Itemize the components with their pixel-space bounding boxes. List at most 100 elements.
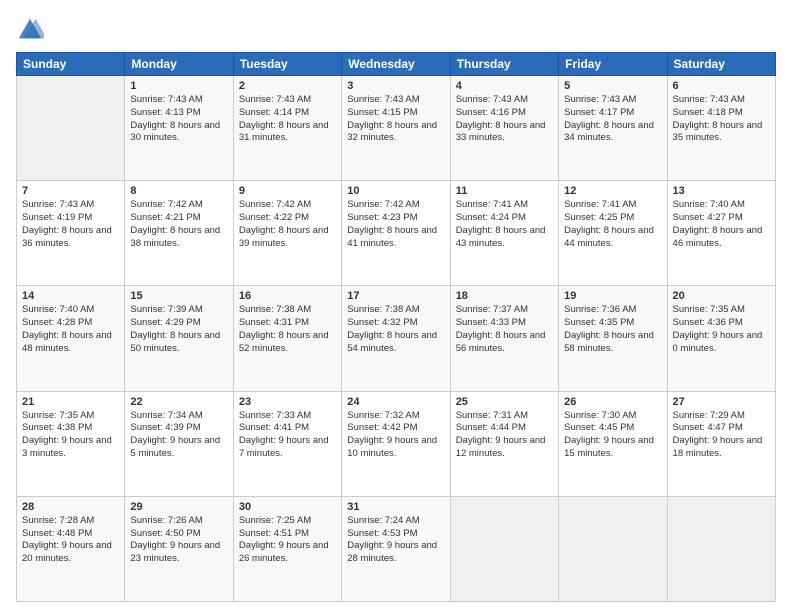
logo (16, 16, 48, 44)
day-cell: 12 Sunrise: 7:41 AM Sunset: 4:25 PM Dayl… (559, 181, 667, 286)
day-number: 23 (239, 396, 336, 408)
day-cell: 8 Sunrise: 7:42 AM Sunset: 4:21 PM Dayli… (125, 181, 233, 286)
calendar-body: 1 Sunrise: 7:43 AM Sunset: 4:13 PM Dayli… (17, 76, 776, 602)
day-info: Sunrise: 7:42 AM Sunset: 4:21 PM Dayligh… (130, 199, 227, 250)
day-info: Sunrise: 7:43 AM Sunset: 4:15 PM Dayligh… (347, 94, 444, 145)
day-number: 13 (673, 185, 770, 197)
day-cell (559, 496, 667, 601)
day-info: Sunrise: 7:42 AM Sunset: 4:22 PM Dayligh… (239, 199, 336, 250)
day-number: 2 (239, 80, 336, 92)
day-number: 29 (130, 501, 227, 513)
day-info: Sunrise: 7:25 AM Sunset: 4:51 PM Dayligh… (239, 515, 336, 566)
day-header-tuesday: Tuesday (233, 53, 341, 76)
day-number: 19 (564, 290, 661, 302)
day-info: Sunrise: 7:42 AM Sunset: 4:23 PM Dayligh… (347, 199, 444, 250)
day-cell: 13 Sunrise: 7:40 AM Sunset: 4:27 PM Dayl… (667, 181, 775, 286)
header (16, 16, 776, 44)
week-row-4: 21 Sunrise: 7:35 AM Sunset: 4:38 PM Dayl… (17, 391, 776, 496)
day-number: 14 (22, 290, 119, 302)
day-number: 6 (673, 80, 770, 92)
day-number: 9 (239, 185, 336, 197)
day-cell: 21 Sunrise: 7:35 AM Sunset: 4:38 PM Dayl… (17, 391, 125, 496)
day-header-wednesday: Wednesday (342, 53, 450, 76)
day-cell: 1 Sunrise: 7:43 AM Sunset: 4:13 PM Dayli… (125, 76, 233, 181)
day-cell: 16 Sunrise: 7:38 AM Sunset: 4:31 PM Dayl… (233, 286, 341, 391)
day-cell: 20 Sunrise: 7:35 AM Sunset: 4:36 PM Dayl… (667, 286, 775, 391)
day-cell (450, 496, 558, 601)
day-number: 7 (22, 185, 119, 197)
day-info: Sunrise: 7:39 AM Sunset: 4:29 PM Dayligh… (130, 304, 227, 355)
day-info: Sunrise: 7:35 AM Sunset: 4:36 PM Dayligh… (673, 304, 770, 355)
day-info: Sunrise: 7:43 AM Sunset: 4:14 PM Dayligh… (239, 94, 336, 145)
day-info: Sunrise: 7:43 AM Sunset: 4:16 PM Dayligh… (456, 94, 553, 145)
week-row-1: 1 Sunrise: 7:43 AM Sunset: 4:13 PM Dayli… (17, 76, 776, 181)
day-cell: 3 Sunrise: 7:43 AM Sunset: 4:15 PM Dayli… (342, 76, 450, 181)
day-cell: 4 Sunrise: 7:43 AM Sunset: 4:16 PM Dayli… (450, 76, 558, 181)
day-cell: 19 Sunrise: 7:36 AM Sunset: 4:35 PM Dayl… (559, 286, 667, 391)
day-info: Sunrise: 7:29 AM Sunset: 4:47 PM Dayligh… (673, 410, 770, 461)
day-number: 25 (456, 396, 553, 408)
day-info: Sunrise: 7:43 AM Sunset: 4:17 PM Dayligh… (564, 94, 661, 145)
day-cell (667, 496, 775, 601)
day-cell: 26 Sunrise: 7:30 AM Sunset: 4:45 PM Dayl… (559, 391, 667, 496)
day-info: Sunrise: 7:38 AM Sunset: 4:32 PM Dayligh… (347, 304, 444, 355)
day-info: Sunrise: 7:41 AM Sunset: 4:24 PM Dayligh… (456, 199, 553, 250)
day-info: Sunrise: 7:32 AM Sunset: 4:42 PM Dayligh… (347, 410, 444, 461)
day-number: 12 (564, 185, 661, 197)
day-header-monday: Monday (125, 53, 233, 76)
day-info: Sunrise: 7:43 AM Sunset: 4:18 PM Dayligh… (673, 94, 770, 145)
day-cell: 17 Sunrise: 7:38 AM Sunset: 4:32 PM Dayl… (342, 286, 450, 391)
day-number: 10 (347, 185, 444, 197)
day-info: Sunrise: 7:33 AM Sunset: 4:41 PM Dayligh… (239, 410, 336, 461)
day-number: 28 (22, 501, 119, 513)
page: SundayMondayTuesdayWednesdayThursdayFrid… (0, 0, 792, 612)
day-number: 18 (456, 290, 553, 302)
day-cell: 23 Sunrise: 7:33 AM Sunset: 4:41 PM Dayl… (233, 391, 341, 496)
day-number: 20 (673, 290, 770, 302)
calendar-header: SundayMondayTuesdayWednesdayThursdayFrid… (17, 53, 776, 76)
day-info: Sunrise: 7:35 AM Sunset: 4:38 PM Dayligh… (22, 410, 119, 461)
day-info: Sunrise: 7:36 AM Sunset: 4:35 PM Dayligh… (564, 304, 661, 355)
day-cell: 30 Sunrise: 7:25 AM Sunset: 4:51 PM Dayl… (233, 496, 341, 601)
day-cell: 29 Sunrise: 7:26 AM Sunset: 4:50 PM Dayl… (125, 496, 233, 601)
day-header-sunday: Sunday (17, 53, 125, 76)
day-info: Sunrise: 7:30 AM Sunset: 4:45 PM Dayligh… (564, 410, 661, 461)
header-row: SundayMondayTuesdayWednesdayThursdayFrid… (17, 53, 776, 76)
week-row-2: 7 Sunrise: 7:43 AM Sunset: 4:19 PM Dayli… (17, 181, 776, 286)
day-number: 11 (456, 185, 553, 197)
day-info: Sunrise: 7:40 AM Sunset: 4:28 PM Dayligh… (22, 304, 119, 355)
day-info: Sunrise: 7:43 AM Sunset: 4:19 PM Dayligh… (22, 199, 119, 250)
day-info: Sunrise: 7:31 AM Sunset: 4:44 PM Dayligh… (456, 410, 553, 461)
day-number: 24 (347, 396, 444, 408)
day-cell: 18 Sunrise: 7:37 AM Sunset: 4:33 PM Dayl… (450, 286, 558, 391)
day-number: 3 (347, 80, 444, 92)
day-cell: 2 Sunrise: 7:43 AM Sunset: 4:14 PM Dayli… (233, 76, 341, 181)
day-info: Sunrise: 7:26 AM Sunset: 4:50 PM Dayligh… (130, 515, 227, 566)
day-cell: 27 Sunrise: 7:29 AM Sunset: 4:47 PM Dayl… (667, 391, 775, 496)
day-header-friday: Friday (559, 53, 667, 76)
day-cell: 24 Sunrise: 7:32 AM Sunset: 4:42 PM Dayl… (342, 391, 450, 496)
week-row-3: 14 Sunrise: 7:40 AM Sunset: 4:28 PM Dayl… (17, 286, 776, 391)
day-number: 27 (673, 396, 770, 408)
day-number: 21 (22, 396, 119, 408)
day-number: 8 (130, 185, 227, 197)
day-cell: 6 Sunrise: 7:43 AM Sunset: 4:18 PM Dayli… (667, 76, 775, 181)
day-cell: 11 Sunrise: 7:41 AM Sunset: 4:24 PM Dayl… (450, 181, 558, 286)
day-info: Sunrise: 7:40 AM Sunset: 4:27 PM Dayligh… (673, 199, 770, 250)
day-number: 4 (456, 80, 553, 92)
day-cell: 14 Sunrise: 7:40 AM Sunset: 4:28 PM Dayl… (17, 286, 125, 391)
day-cell (17, 76, 125, 181)
day-number: 17 (347, 290, 444, 302)
day-number: 15 (130, 290, 227, 302)
day-info: Sunrise: 7:37 AM Sunset: 4:33 PM Dayligh… (456, 304, 553, 355)
day-cell: 15 Sunrise: 7:39 AM Sunset: 4:29 PM Dayl… (125, 286, 233, 391)
day-cell: 10 Sunrise: 7:42 AM Sunset: 4:23 PM Dayl… (342, 181, 450, 286)
logo-icon (16, 16, 44, 44)
day-cell: 31 Sunrise: 7:24 AM Sunset: 4:53 PM Dayl… (342, 496, 450, 601)
day-cell: 22 Sunrise: 7:34 AM Sunset: 4:39 PM Dayl… (125, 391, 233, 496)
day-number: 30 (239, 501, 336, 513)
day-info: Sunrise: 7:24 AM Sunset: 4:53 PM Dayligh… (347, 515, 444, 566)
day-info: Sunrise: 7:43 AM Sunset: 4:13 PM Dayligh… (130, 94, 227, 145)
day-number: 22 (130, 396, 227, 408)
day-cell: 7 Sunrise: 7:43 AM Sunset: 4:19 PM Dayli… (17, 181, 125, 286)
